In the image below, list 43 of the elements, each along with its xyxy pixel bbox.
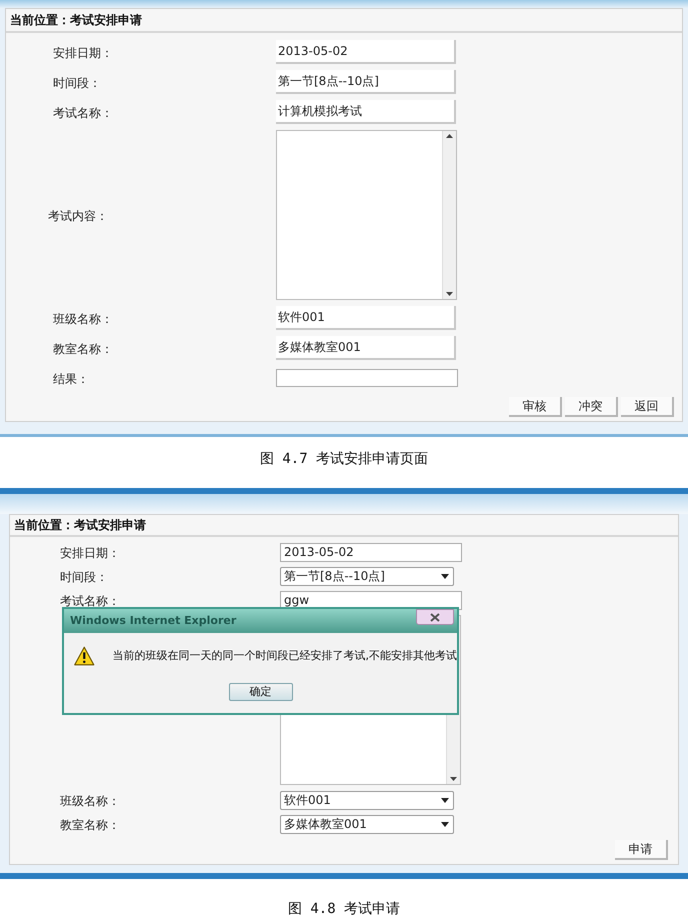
breadcrumb-title: 当前位置：考试安排申请 <box>14 517 146 534</box>
text-field[interactable]: 多媒体教室001 <box>276 336 456 360</box>
field-label: 教室名称： <box>60 818 120 832</box>
field-label: 教室名称： <box>53 342 113 356</box>
scrollbar[interactable] <box>442 131 456 299</box>
breadcrumb-title: 当前位置：考试安排申请 <box>10 12 142 29</box>
dropdown-caret-icon <box>441 798 449 802</box>
text-field[interactable]: 2013-05-02 <box>276 40 456 64</box>
text-field[interactable]: 软件001 <box>276 306 456 330</box>
dropdown[interactable]: 软件001 <box>280 790 454 810</box>
field-label: 安排日期： <box>60 546 120 560</box>
input-field[interactable] <box>276 369 458 387</box>
scroll-down-icon[interactable] <box>446 292 453 296</box>
field-label: 结果： <box>53 372 89 386</box>
action-button[interactable]: 返回 <box>621 397 674 417</box>
text-field[interactable]: 第一节[8点--10点] <box>276 70 456 94</box>
figure-caption: 图 4.8 考试申请 <box>288 900 400 919</box>
close-button[interactable] <box>416 609 454 625</box>
ok-button[interactable]: 确定 <box>228 683 292 701</box>
field-label: 时间段： <box>53 76 101 90</box>
field-label: 考试名称： <box>53 106 113 120</box>
dropdown-caret-icon <box>441 822 449 826</box>
action-button[interactable]: 冲突 <box>565 397 618 417</box>
close-icon <box>430 612 440 622</box>
figure-caption: 图 4.7 考试安排申请页面 <box>260 450 428 469</box>
scroll-up-icon[interactable] <box>446 134 453 138</box>
text-field[interactable]: 计算机模拟考试 <box>276 100 456 124</box>
action-button[interactable]: 申请 <box>615 840 668 860</box>
action-button[interactable]: 审核 <box>509 397 562 417</box>
input-field[interactable]: 2013-05-02 <box>280 542 462 562</box>
dropdown[interactable]: 多媒体教室001 <box>280 814 454 834</box>
scroll-down-icon[interactable] <box>450 777 457 781</box>
dropdown-caret-icon <box>441 574 449 578</box>
field-label: 班级名称： <box>60 794 120 808</box>
field-label: 时间段： <box>60 570 108 584</box>
dropdown[interactable]: 第一节[8点--10点] <box>280 566 454 586</box>
field-label: 考试名称： <box>60 594 120 608</box>
input-field[interactable]: ggw <box>280 590 462 610</box>
dialog-message: 当前的班级在同一天的同一个时间段已经安排了考试,不能安排其他考试 <box>112 648 457 664</box>
field-label: 班级名称： <box>53 312 113 326</box>
dialog-title: Windows Internet Explorer <box>70 612 236 629</box>
field-label: 考试内容： <box>48 209 108 223</box>
field-label: 安排日期： <box>53 46 113 60</box>
